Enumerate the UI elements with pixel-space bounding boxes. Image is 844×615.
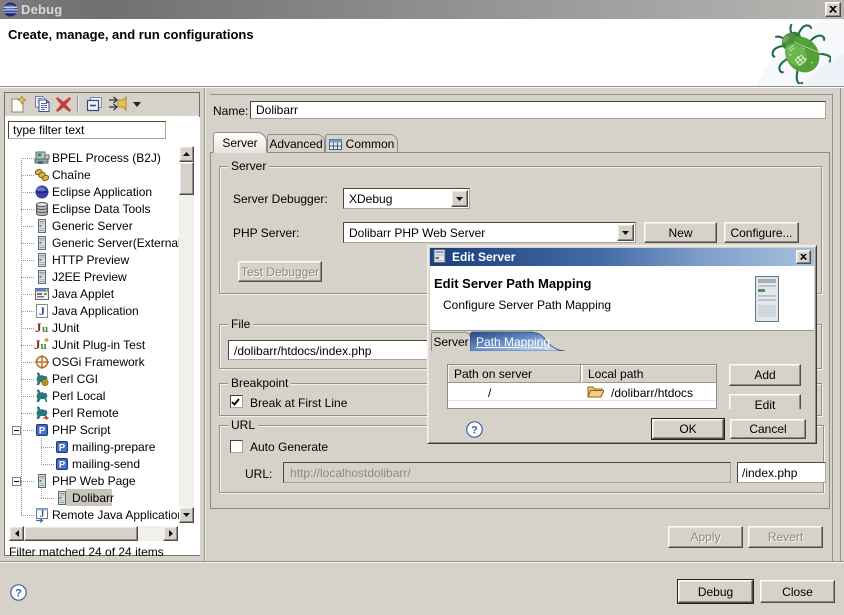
svg-text:?: ? [15, 588, 22, 600]
svg-text:?: ? [471, 425, 478, 437]
